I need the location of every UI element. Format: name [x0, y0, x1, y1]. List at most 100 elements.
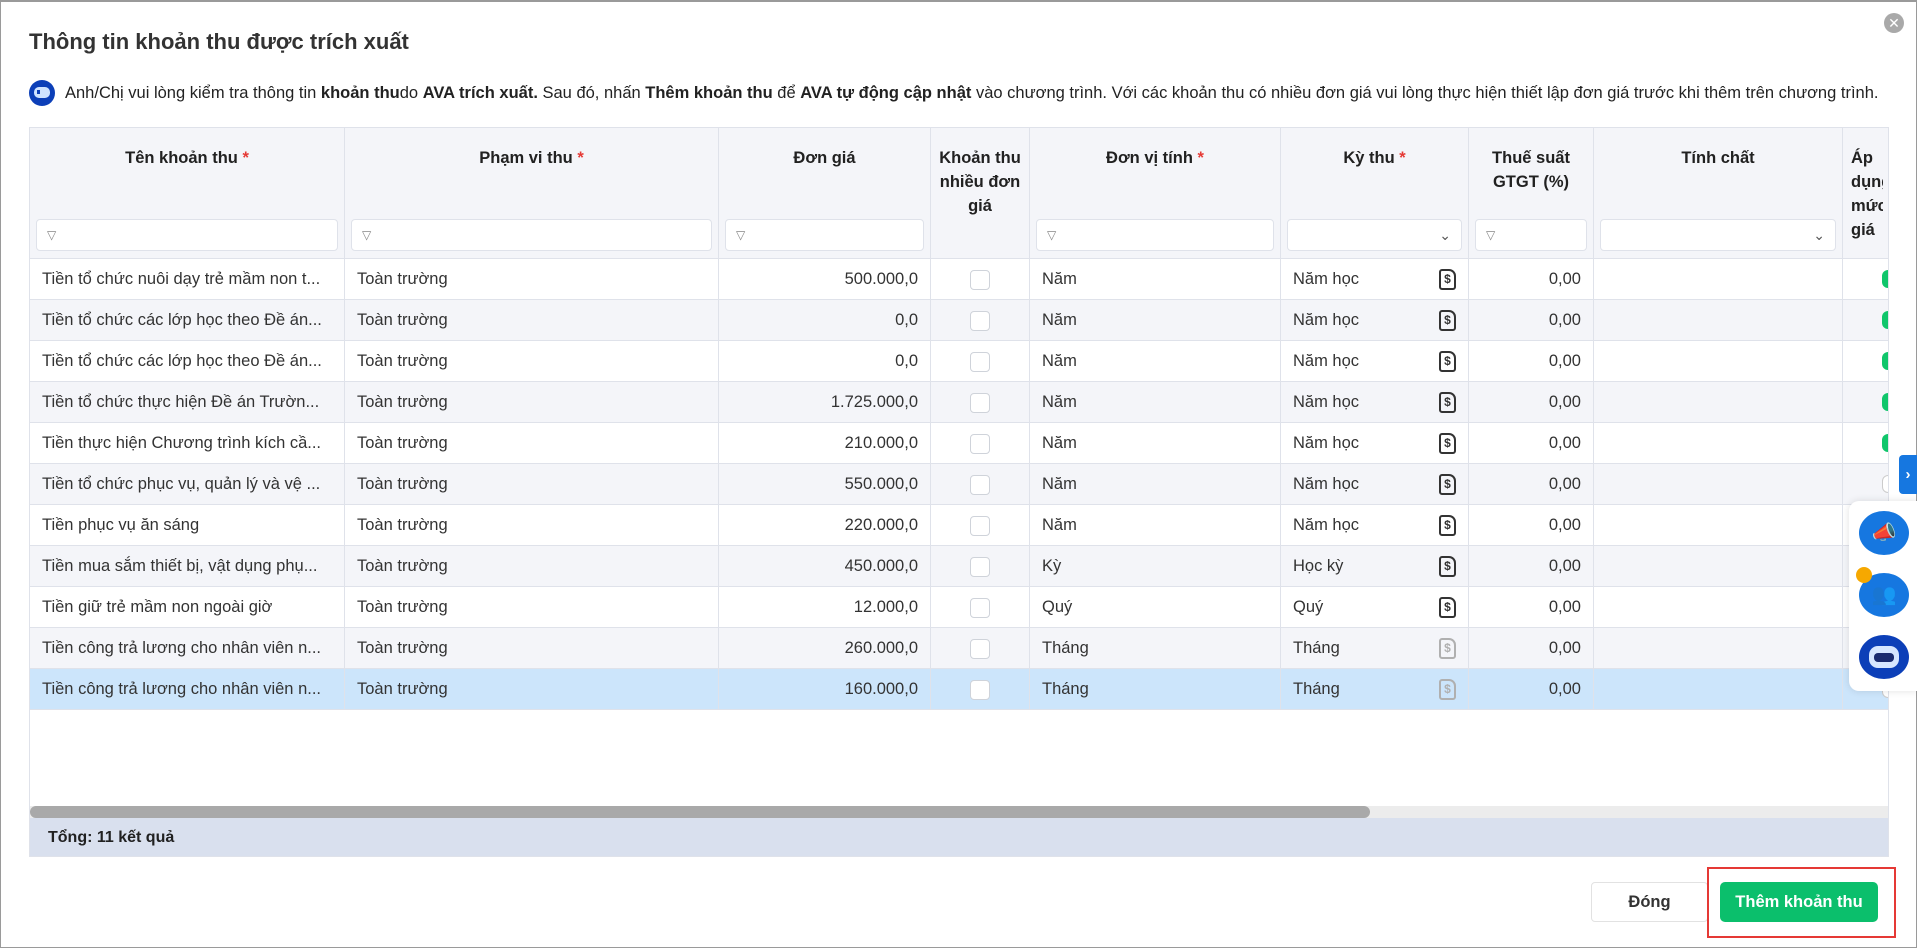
multi-price-checkbox[interactable]: [970, 352, 990, 372]
multi-price-checkbox[interactable]: [970, 270, 990, 290]
multi-price-checkbox[interactable]: [970, 639, 990, 659]
multi-price-checkbox[interactable]: [970, 598, 990, 618]
dollar-document-icon[interactable]: $: [1439, 679, 1456, 700]
apply-toggle[interactable]: [1882, 270, 1888, 288]
multi-price-checkbox[interactable]: [970, 434, 990, 454]
apply-toggle[interactable]: [1882, 393, 1888, 411]
cell-unit: Năm: [1030, 382, 1281, 422]
dollar-document-icon[interactable]: $: [1439, 433, 1456, 454]
cell-name: Tiền tổ chức các lớp học theo Đề án...: [30, 341, 345, 381]
apply-toggle[interactable]: [1882, 434, 1888, 452]
filter-icon: ▽: [362, 228, 372, 242]
table-row[interactable]: Tiền giữ trẻ mầm non ngoài giờ Toàn trườn…: [30, 587, 1888, 628]
cell-vat: 0,00: [1469, 382, 1594, 422]
column-filter-select[interactable]: ⌄: [1287, 219, 1462, 251]
table-row[interactable]: Tiền công trả lương cho nhân viên n... To…: [30, 628, 1888, 669]
cell-scope: Toàn trường: [345, 259, 719, 299]
dollar-document-icon[interactable]: $: [1439, 310, 1456, 331]
dollar-document-icon[interactable]: $: [1439, 515, 1456, 536]
apply-toggle[interactable]: [1882, 311, 1888, 329]
multi-price-checkbox[interactable]: [970, 393, 990, 413]
cell-nature: [1594, 505, 1843, 545]
column-label: Tính chất: [1681, 149, 1755, 167]
table-row[interactable]: Tiền tổ chức thực hiện Đề án Trườn... Toà…: [30, 382, 1888, 423]
cell-vat: 0,00: [1469, 546, 1594, 586]
chevron-right-icon[interactable]: ›: [1899, 455, 1917, 494]
cell-multi: [931, 669, 1030, 709]
cell-period: Học kỳ $: [1281, 546, 1469, 586]
column-header: Đơn giá ▽: [719, 128, 931, 259]
close-button[interactable]: Đóng: [1591, 882, 1708, 922]
megaphone-icon[interactable]: 📣: [1859, 511, 1909, 555]
cell-scope: Toàn trường: [345, 382, 719, 422]
cell-unit: Năm: [1030, 341, 1281, 381]
cell-unit: Năm: [1030, 259, 1281, 299]
cell-apply: [1843, 341, 1888, 381]
dollar-document-icon[interactable]: $: [1439, 351, 1456, 372]
multi-price-checkbox[interactable]: [970, 516, 990, 536]
column-label: Phạm vi thu: [479, 149, 573, 167]
cell-nature: [1594, 382, 1843, 422]
cell-nature: [1594, 628, 1843, 668]
column-filter-input[interactable]: ▽: [1036, 219, 1274, 251]
cell-multi: [931, 546, 1030, 586]
filter-icon: ▽: [736, 228, 746, 242]
cell-period: Tháng $: [1281, 669, 1469, 709]
period-text: Năm học: [1293, 311, 1360, 329]
cell-price: 500.000,0: [719, 259, 931, 299]
period-text: Quý: [1293, 598, 1324, 616]
ava-bot-icon[interactable]: [1859, 635, 1909, 679]
cell-vat: 0,00: [1469, 505, 1594, 545]
cell-name: Tiền tổ chức các lớp học theo Đề án...: [30, 300, 345, 340]
cell-period: Năm học $: [1281, 259, 1469, 299]
table-row[interactable]: Tiền tổ chức các lớp học theo Đề án... To…: [30, 300, 1888, 341]
table-header: Tên khoản thu * ▽ Phạm vi thu * ▽ Đơn giá ▽ Kh…: [30, 128, 1888, 259]
multi-price-checkbox[interactable]: [970, 557, 990, 577]
period-text: Năm học: [1293, 270, 1360, 288]
cell-price: 220.000,0: [719, 505, 931, 545]
column-filter-input[interactable]: ▽: [1475, 219, 1587, 251]
filter-icon: ▽: [47, 228, 57, 242]
column-filter-select[interactable]: ⌄: [1600, 219, 1836, 251]
apply-toggle[interactable]: [1882, 352, 1888, 370]
table-row[interactable]: Tiền tổ chức các lớp học theo Đề án... To…: [30, 341, 1888, 382]
table-row[interactable]: Tiền phục vụ ăn sáng Toàn trường 220.000,0…: [30, 505, 1888, 546]
info-text: vào chương trình. Với các khoản thu có n…: [975, 83, 1879, 102]
info-text: do: [399, 83, 419, 102]
table-row[interactable]: Tiền mua sắm thiết bị, vật dụng phụ... To…: [30, 546, 1888, 587]
column-filter-input[interactable]: ▽: [725, 219, 924, 251]
multi-price-checkbox[interactable]: [970, 680, 990, 700]
column-filter-input[interactable]: ▽: [36, 219, 338, 251]
dollar-document-icon[interactable]: $: [1439, 474, 1456, 495]
cell-name: Tiền tổ chức phục vụ, quản lý và vệ ...: [30, 464, 345, 504]
table-row[interactable]: Tiền công trả lương cho nhân viên n... To…: [30, 669, 1888, 710]
cell-name: Tiền tổ chức nuôi dạy trẻ mầm non t...: [30, 259, 345, 299]
cell-scope: Toàn trường: [345, 628, 719, 668]
cell-vat: 0,00: [1469, 669, 1594, 709]
cell-price: 450.000,0: [719, 546, 931, 586]
period-text: Năm học: [1293, 516, 1360, 534]
multi-price-checkbox[interactable]: [970, 311, 990, 331]
dollar-document-icon[interactable]: $: [1439, 556, 1456, 577]
close-icon[interactable]: ✕: [1884, 13, 1904, 33]
required-mark: *: [577, 149, 584, 167]
info-bold: khoản thu: [320, 83, 400, 102]
notification-dot: [1856, 567, 1872, 583]
table-row[interactable]: Tiền tổ chức phục vụ, quản lý và vệ ... T…: [30, 464, 1888, 505]
scrollbar-thumb[interactable]: [30, 806, 1370, 818]
cell-name: Tiền công trả lương cho nhân viên n...: [30, 628, 345, 668]
add-income-button[interactable]: Thêm khoản thu: [1720, 882, 1878, 922]
required-mark: *: [1197, 149, 1204, 167]
dollar-document-icon[interactable]: $: [1439, 269, 1456, 290]
cell-unit: Tháng: [1030, 628, 1281, 668]
table-row[interactable]: Tiền thực hiện Chương trình kích cầ... To…: [30, 423, 1888, 464]
dollar-document-icon[interactable]: $: [1439, 597, 1456, 618]
cell-price: 260.000,0: [719, 628, 931, 668]
apply-toggle[interactable]: [1882, 475, 1888, 493]
dollar-document-icon[interactable]: $: [1439, 392, 1456, 413]
column-filter-input[interactable]: ▽: [351, 219, 712, 251]
dollar-document-icon[interactable]: $: [1439, 638, 1456, 659]
horizontal-scrollbar[interactable]: [30, 806, 1888, 818]
multi-price-checkbox[interactable]: [970, 475, 990, 495]
table-row[interactable]: Tiền tổ chức nuôi dạy trẻ mầm non t... To…: [30, 259, 1888, 300]
